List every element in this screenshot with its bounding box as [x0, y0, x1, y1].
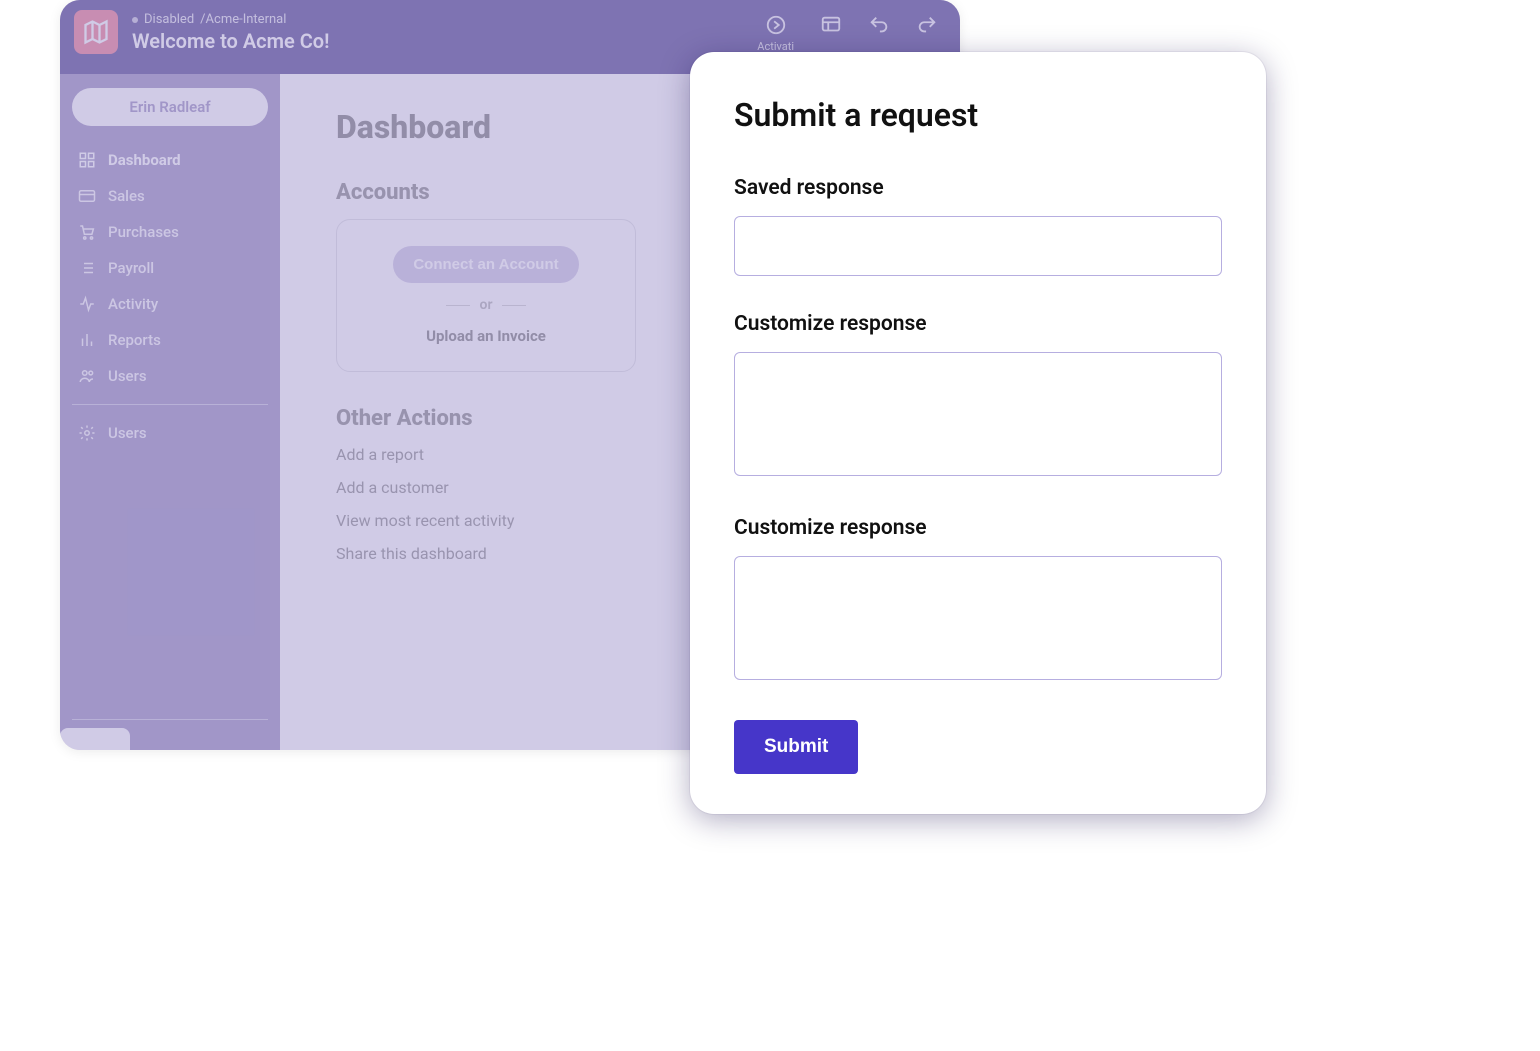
sidebar-item-label: Users	[108, 367, 147, 385]
upload-invoice-label: Upload an Invoice	[426, 327, 546, 345]
field-group-saved-response: Saved response	[734, 176, 1222, 276]
sidebar-item-activity[interactable]: Activity	[72, 286, 268, 322]
submit-request-modal: Submit a request Saved response Customiz…	[690, 52, 1266, 814]
sidebar-item-label: Reports	[108, 331, 161, 349]
activity-icon	[78, 295, 96, 313]
profile-pill[interactable]: Erin Radleaf	[72, 88, 268, 126]
bar-chart-icon	[78, 331, 96, 349]
layout-icon	[820, 14, 842, 36]
nav-divider	[72, 404, 268, 405]
field-group-customize-1: Customize response	[734, 312, 1222, 480]
sidebar-item-label: Users	[108, 424, 147, 442]
map-icon	[82, 18, 110, 46]
redo-icon	[916, 14, 938, 36]
users-icon	[78, 367, 96, 385]
app-logo	[74, 10, 118, 54]
sidebar-item-label: Sales	[108, 187, 145, 205]
app-header-text: Disabled /Acme-Internal Welcome to Acme …	[132, 10, 743, 53]
undo-icon	[868, 14, 890, 36]
card-icon	[78, 187, 96, 205]
submit-button-label: Submit	[764, 736, 828, 757]
grid-icon	[78, 151, 96, 169]
sidebar-bottom-chip	[60, 728, 130, 750]
arrow-circle-icon	[765, 14, 787, 36]
header-action-layout[interactable]	[820, 14, 842, 53]
breadcrumb-path: /Acme-Internal	[200, 12, 286, 27]
upload-invoice-link[interactable]: Upload an Invoice	[426, 327, 546, 345]
connect-account-label: Connect an Account	[413, 256, 558, 273]
saved-response-input[interactable]	[734, 216, 1222, 276]
sidebar-item-users[interactable]: Users	[72, 358, 268, 394]
sidebar-item-dashboard[interactable]: Dashboard	[72, 142, 268, 178]
sidebar-item-label: Dashboard	[108, 151, 181, 169]
sidebar: Erin Radleaf Dashboard Sales Purchases	[60, 74, 280, 750]
field-group-customize-2: Customize response	[734, 516, 1222, 684]
sidebar-bottom-divider	[72, 719, 268, 720]
sidebar-item-label: Payroll	[108, 259, 154, 277]
sidebar-item-settings-users[interactable]: Users	[72, 415, 268, 451]
divider-line-icon	[446, 305, 470, 306]
breadcrumb: Disabled /Acme-Internal	[132, 12, 743, 27]
action-link-label: Add a customer	[336, 478, 449, 497]
action-link-label: Share this dashboard	[336, 544, 487, 563]
field-label: Customize response	[734, 312, 1222, 336]
sidebar-item-reports[interactable]: Reports	[72, 322, 268, 358]
status-dot-icon	[132, 17, 138, 23]
status-label: Disabled	[144, 12, 194, 27]
field-label: Saved response	[734, 176, 1222, 200]
customize-response-textarea-1[interactable]	[734, 352, 1222, 476]
page-title: Welcome to Acme Co!	[132, 29, 743, 53]
accounts-card: Connect an Account or Upload an Invoice	[336, 219, 636, 372]
customize-response-textarea-2[interactable]	[734, 556, 1222, 680]
connect-account-button[interactable]: Connect an Account	[393, 246, 578, 283]
divider-line-icon	[502, 305, 526, 306]
submit-button[interactable]: Submit	[734, 720, 858, 774]
header-action-undo[interactable]	[868, 14, 890, 53]
action-link-label: View most recent activity	[336, 511, 514, 530]
sidebar-item-payroll[interactable]: Payroll	[72, 250, 268, 286]
nav-list: Dashboard Sales Purchases Payroll Activi…	[72, 142, 268, 451]
header-action-activation[interactable]: Activati	[757, 14, 794, 53]
sidebar-item-label: Activity	[108, 295, 158, 313]
list-icon	[78, 259, 96, 277]
field-label: Customize response	[734, 516, 1222, 540]
sidebar-item-purchases[interactable]: Purchases	[72, 214, 268, 250]
cart-icon	[78, 223, 96, 241]
sidebar-item-sales[interactable]: Sales	[72, 178, 268, 214]
profile-name: Erin Radleaf	[129, 98, 210, 116]
sidebar-spacer	[72, 451, 268, 719]
modal-title: Submit a request	[734, 96, 1222, 134]
or-label: or	[480, 297, 493, 313]
or-divider: or	[446, 297, 527, 313]
gear-icon	[78, 424, 96, 442]
sidebar-item-label: Purchases	[108, 223, 179, 241]
action-link-label: Add a report	[336, 445, 424, 464]
